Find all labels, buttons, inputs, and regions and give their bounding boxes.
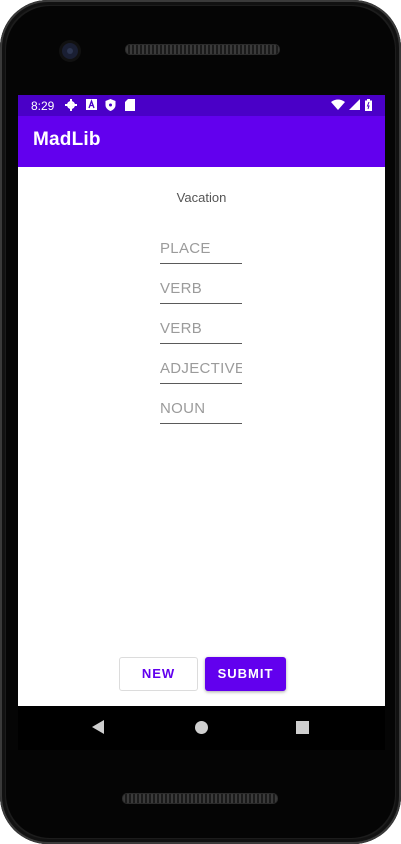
place-input[interactable] [160, 235, 242, 264]
recents-icon[interactable] [296, 721, 309, 734]
gear-icon [65, 99, 77, 111]
noun-input[interactable] [160, 395, 242, 424]
system-nav-bar [18, 706, 385, 750]
shield-icon [104, 99, 116, 111]
app-title: MadLib [33, 129, 101, 150]
app-screen: 8:29 MadLib Vacation PLACE VERB VERB ADJ… [18, 95, 385, 706]
bottom-speaker [122, 793, 278, 804]
new-button[interactable]: NEW [119, 657, 198, 691]
verb-input-1[interactable] [160, 275, 242, 304]
app-bar: MadLib [18, 116, 385, 167]
device-frame: 8:29 MadLib Vacation PLACE VERB VERB ADJ… [0, 0, 401, 844]
status-time: 8:29 [31, 99, 55, 113]
verb-input-2[interactable] [160, 315, 242, 344]
sd-card-icon [124, 99, 136, 111]
front-camera [62, 43, 78, 59]
battery-icon [364, 99, 372, 111]
home-icon[interactable] [195, 721, 208, 734]
top-speaker [125, 44, 280, 55]
story-title: Vacation [176, 190, 227, 205]
font-icon [85, 99, 97, 111]
submit-button[interactable]: SUBMIT [205, 657, 286, 691]
status-bar: 8:29 [18, 95, 385, 116]
wifi-icon [331, 99, 345, 111]
signal-icon [348, 99, 360, 111]
back-icon[interactable] [92, 720, 104, 734]
adjective-input[interactable] [160, 355, 242, 384]
